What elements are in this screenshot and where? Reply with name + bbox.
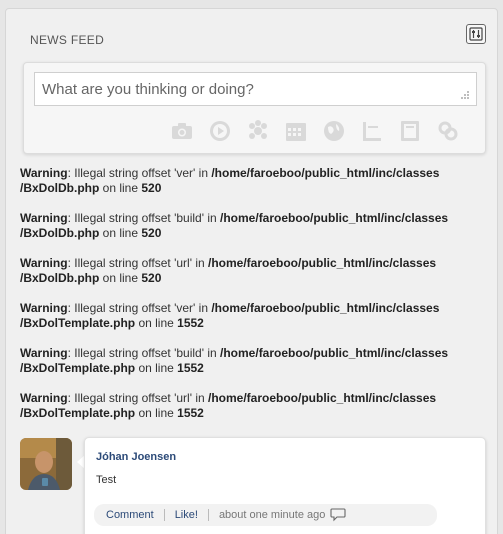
video-icon	[210, 121, 230, 141]
warning-message: Warning: Illegal string offset 'url' in …	[20, 391, 437, 420]
document-icon	[401, 121, 419, 141]
php-warnings: Warning: Illegal string offset 'ver' in …	[20, 166, 490, 436]
globe-icon	[324, 121, 344, 141]
chart-icon	[363, 122, 381, 141]
panel-settings-icon	[469, 27, 483, 41]
add-video-button[interactable]	[207, 118, 233, 144]
add-event-button[interactable]	[283, 118, 309, 144]
post-composer: What are you thinking or doing?	[23, 62, 486, 154]
post-author[interactable]: Jóhan Joensen	[96, 451, 176, 463]
add-blog-button[interactable]	[397, 118, 423, 144]
camera-icon	[172, 123, 192, 139]
warning-message: Warning: Illegal string offset 'ver' in …	[20, 301, 440, 330]
avatar-photo	[20, 438, 72, 490]
post-actions-bar: Comment Like! about one minute ago	[94, 504, 437, 526]
comment-link[interactable]: Comment	[106, 509, 154, 521]
divider	[207, 509, 209, 521]
add-site-button[interactable]	[321, 118, 347, 144]
add-link-button[interactable]	[435, 118, 461, 144]
warning-message: Warning: Illegal string offset 'ver' in …	[20, 166, 440, 195]
post-timestamp: about one minute ago	[218, 509, 326, 521]
warning-message: Warning: Illegal string offset 'build' i…	[20, 346, 449, 375]
comment-bubble-icon[interactable]	[330, 508, 346, 522]
warning-message: Warning: Illegal string offset 'build' i…	[20, 211, 449, 240]
panel-title: NEWS FEED	[30, 33, 105, 47]
link-icon	[438, 121, 458, 141]
warning-message: Warning: Illegal string offset 'url' in …	[20, 256, 437, 285]
resize-grip-icon[interactable]	[460, 90, 470, 100]
like-link[interactable]: Like!	[175, 509, 198, 521]
avatar[interactable]	[20, 438, 72, 490]
add-poll-button[interactable]	[359, 118, 385, 144]
sound-icon	[249, 120, 267, 139]
composer-toolbar	[169, 118, 461, 144]
panel-settings-button[interactable]	[466, 24, 486, 44]
calendar-icon	[286, 123, 306, 141]
divider	[163, 509, 165, 521]
status-input-placeholder: What are you thinking or doing?	[42, 81, 254, 98]
add-photo-button[interactable]	[169, 118, 195, 144]
status-input[interactable]: What are you thinking or doing?	[34, 72, 477, 106]
add-sound-button[interactable]	[245, 118, 271, 144]
timeline-post: Jóhan Joensen Test Comment Like! about o…	[84, 437, 486, 534]
post-text: Test	[96, 474, 117, 486]
